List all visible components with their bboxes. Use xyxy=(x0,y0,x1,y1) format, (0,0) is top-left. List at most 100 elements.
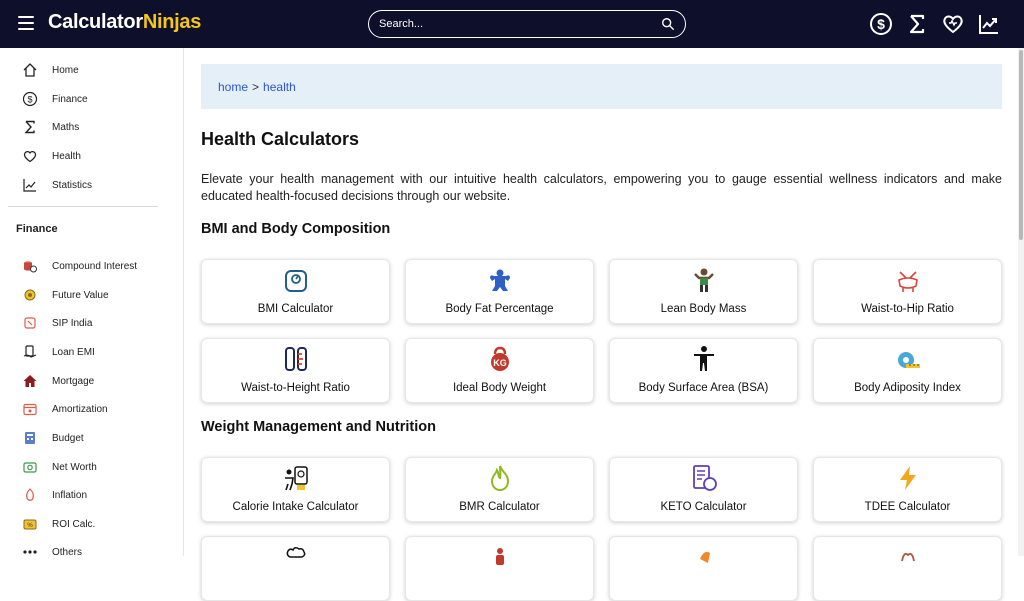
sidebar-item-label: Budget xyxy=(52,432,84,444)
main-content: home > health Health Calculators Elevate… xyxy=(184,48,1018,601)
home-icon xyxy=(23,63,37,77)
sidebar-item-label: Health xyxy=(52,150,81,162)
card-bmi-calculator[interactable]: BMI Calculator xyxy=(201,259,390,324)
roi-icon: % xyxy=(23,519,37,530)
sidebar-item-others[interactable]: Others xyxy=(22,542,82,562)
sidebar-item-roi-calc[interactable]: % ROI Calc. xyxy=(22,514,95,534)
card-partial[interactable] xyxy=(813,536,1002,601)
card-body-fat-percentage[interactable]: Body Fat Percentage xyxy=(405,259,594,324)
sidebar-item-sip-india[interactable]: SIP India xyxy=(22,313,92,333)
card-body-adiposity-index[interactable]: Body Adiposity Index xyxy=(813,338,1002,403)
sidebar-divider xyxy=(8,206,158,207)
search-input[interactable] xyxy=(379,18,661,30)
logo-text-calculator: Calculator xyxy=(48,11,143,33)
sidebar-item-health[interactable]: Health xyxy=(22,146,81,166)
sidebar-item-loan-emi[interactable]: Loan EMI xyxy=(22,342,95,362)
page-scrollbar[interactable] xyxy=(1018,48,1024,556)
sidebar: Home $ Finance Maths Health Statistics F… xyxy=(0,48,184,558)
svg-text:$: $ xyxy=(27,95,32,105)
card-label: Ideal Body Weight xyxy=(452,382,547,394)
site-logo[interactable]: CalculatorNinjas xyxy=(48,11,201,34)
card-label: Waist-to-Hip Ratio xyxy=(861,303,954,315)
hamburger-menu-icon[interactable] xyxy=(18,16,34,30)
card-label: Body Adiposity Index xyxy=(854,382,961,394)
breadcrumb-current-link[interactable]: health xyxy=(263,80,296,94)
card-calorie-intake-calculator[interactable]: Calorie Intake Calculator xyxy=(201,457,390,522)
card-body-surface-area[interactable]: Body Surface Area (BSA) xyxy=(609,338,798,403)
page-title: Health Calculators xyxy=(201,129,360,149)
card-partial[interactable] xyxy=(405,536,594,601)
person-icon xyxy=(693,346,714,371)
sidebar-item-amortization[interactable]: Amortization xyxy=(22,399,108,419)
card-ideal-body-weight[interactable]: KG Ideal Body Weight xyxy=(405,338,594,403)
sidebar-item-finance[interactable]: $ Finance xyxy=(22,89,88,109)
budget-icon xyxy=(25,432,35,444)
page-intro: Elevate your health management with our … xyxy=(201,172,1002,203)
body-fat-icon xyxy=(489,269,510,291)
card-label: Body Fat Percentage xyxy=(445,303,554,315)
chart-icon[interactable] xyxy=(977,12,1001,36)
card-tdee-calculator[interactable]: TDEE Calculator xyxy=(813,457,1002,522)
sidebar-section-heading: Finance xyxy=(16,223,58,235)
sigma-icon[interactable] xyxy=(905,12,929,36)
breadcrumb: home > health xyxy=(201,64,1002,109)
ruler-icon xyxy=(284,347,307,371)
more-icon xyxy=(23,550,37,554)
inflation-icon xyxy=(26,488,34,501)
kettlebell-icon: KG xyxy=(490,346,509,371)
keto-icon xyxy=(692,465,717,491)
future-value-icon xyxy=(24,289,36,301)
waist-hip-icon xyxy=(897,271,918,292)
sidebar-item-budget[interactable]: Budget xyxy=(22,428,84,448)
breadcrumb-home-link[interactable]: home xyxy=(218,80,248,94)
scale-icon xyxy=(284,270,307,292)
card-waist-to-hip-ratio[interactable]: Waist-to-Hip Ratio xyxy=(813,259,1002,324)
heart-icon xyxy=(23,151,37,163)
chart-icon xyxy=(23,179,36,192)
card-partial[interactable] xyxy=(201,536,390,601)
card-label: Waist-to-Height Ratio xyxy=(241,382,350,394)
food-icon xyxy=(699,551,710,563)
flame-icon xyxy=(490,465,509,492)
card-keto-calculator[interactable]: KETO Calculator xyxy=(609,457,798,522)
person-red-icon xyxy=(495,548,504,565)
sidebar-item-label: Finance xyxy=(52,93,88,105)
sidebar-item-label: Loan EMI xyxy=(52,346,95,358)
sidebar-item-future-value[interactable]: Future Value xyxy=(22,285,109,305)
net-worth-icon xyxy=(23,462,37,473)
breadcrumb-separator: > xyxy=(252,79,260,94)
card-label: Body Surface Area (BSA) xyxy=(638,382,769,394)
sidebar-item-inflation[interactable]: Inflation xyxy=(22,485,87,505)
sidebar-item-maths[interactable]: Maths xyxy=(22,117,79,137)
search-icon[interactable] xyxy=(661,17,675,31)
top-header: CalculatorNinjas $ xyxy=(0,0,1024,48)
card-partial[interactable] xyxy=(609,536,798,601)
card-waist-to-height-ratio[interactable]: Waist-to-Height Ratio xyxy=(201,338,390,403)
sidebar-item-home[interactable]: Home xyxy=(22,60,79,80)
card-lean-body-mass[interactable]: Lean Body Mass xyxy=(609,259,798,324)
coins-icon xyxy=(24,261,37,273)
sidebar-item-label: Home xyxy=(52,64,79,76)
sidebar-item-label: Net Worth xyxy=(52,461,97,473)
heart-icon[interactable] xyxy=(941,12,965,36)
sidebar-item-label: Future Value xyxy=(52,289,109,301)
svg-text:KG: KG xyxy=(493,358,507,368)
sidebar-item-compound-interest[interactable]: Compound Interest xyxy=(22,256,137,276)
svg-text:%: % xyxy=(27,523,33,529)
scrollbar-thumb[interactable] xyxy=(1019,50,1023,240)
card-label: Lean Body Mass xyxy=(660,303,747,315)
sidebar-item-statistics[interactable]: Statistics xyxy=(22,175,92,195)
chef-hat-icon xyxy=(286,546,305,558)
loan-icon xyxy=(23,345,37,358)
section-title-weight-management: Weight Management and Nutrition xyxy=(201,419,436,435)
card-bmr-calculator[interactable]: BMR Calculator xyxy=(405,457,594,522)
sidebar-item-mortgage[interactable]: Mortgage xyxy=(22,371,94,391)
sidebar-item-label: Inflation xyxy=(52,489,88,501)
card-label: Calorie Intake Calculator xyxy=(232,501,359,513)
house-icon xyxy=(23,375,37,387)
dollar-icon[interactable]: $ xyxy=(869,12,893,36)
sigma-icon xyxy=(24,120,35,134)
sip-icon xyxy=(24,317,36,329)
sidebar-item-net-worth[interactable]: Net Worth xyxy=(22,457,97,477)
leaf-icon xyxy=(900,552,915,562)
